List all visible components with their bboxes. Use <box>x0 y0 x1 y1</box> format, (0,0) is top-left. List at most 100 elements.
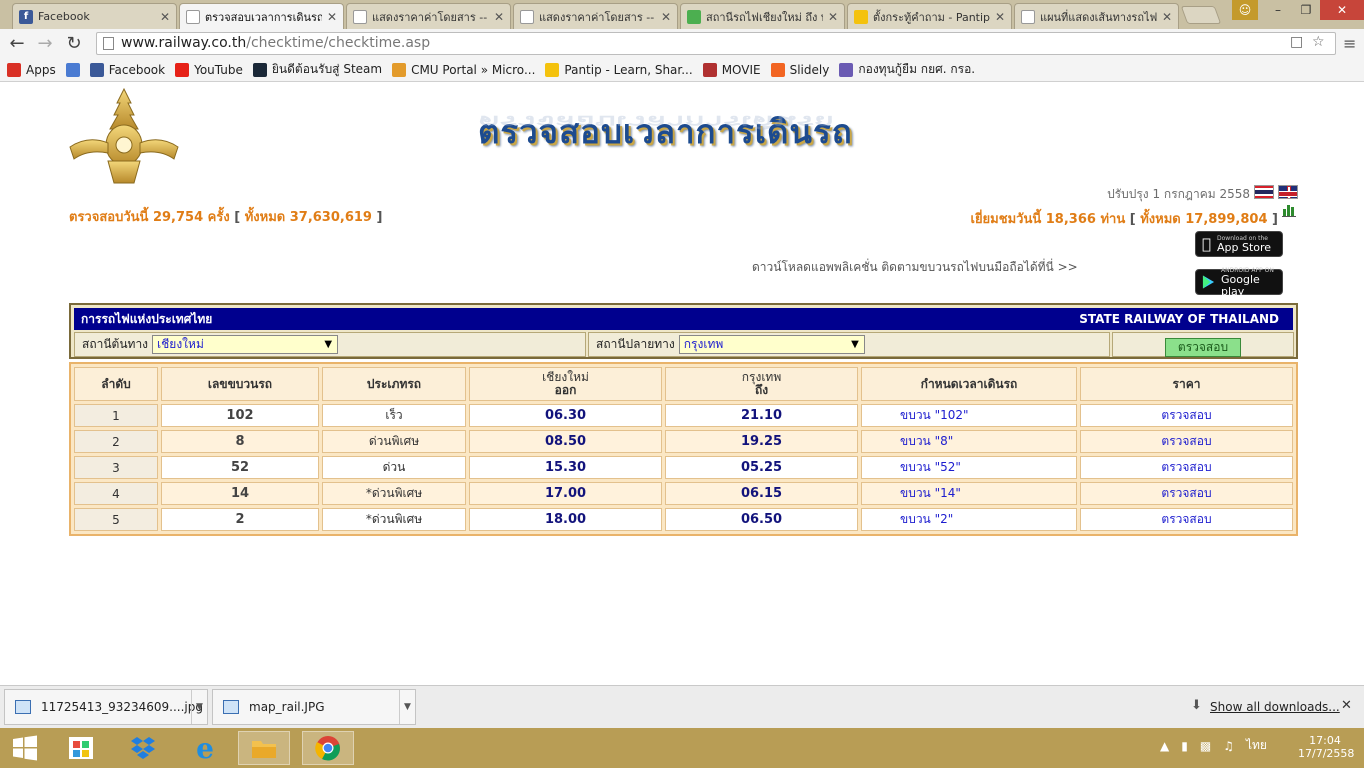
browser-tab[interactable]: f Facebook ✕ <box>12 3 177 29</box>
tab-close-icon[interactable]: ✕ <box>661 10 671 24</box>
dropbox-icon[interactable] <box>126 731 160 765</box>
back-arrow-icon[interactable]: ← <box>6 33 28 55</box>
row-schedule-link[interactable]: ขบวน "102" <box>861 404 1077 427</box>
store-icon[interactable] <box>64 731 98 765</box>
thai-flag-icon[interactable] <box>1254 185 1274 199</box>
apps-grid-icon <box>7 62 21 77</box>
bookmark-item[interactable]: Apps <box>7 62 56 77</box>
tab-title: แผนที่แสดงเส้นทางรถไฟ <box>1040 10 1157 24</box>
tab-title: ตรวจสอบเวลาการเดินรถ <box>205 10 322 24</box>
page-title-banner: ตรวจสอบเวลาการเดินรถ ตรวจสอบเวลาการเดินร… <box>478 105 873 165</box>
browser-tab[interactable]: สถานีรถไฟเชียงใหม่ ถึง ท ✕ <box>680 3 845 29</box>
row-train-no: 14 <box>161 482 319 505</box>
browser-tab[interactable]: ตรวจสอบเวลาการเดินรถ ✕ <box>179 3 344 29</box>
image-file-icon <box>15 700 31 714</box>
bookmark-item[interactable]: ยินดีต้อนรับสู่ Steam <box>252 60 382 79</box>
bookmark-item[interactable]: CMU Portal » Micro... <box>392 62 536 77</box>
google-play-button[interactable]: ANDROID APP ON Google play <box>1195 267 1283 297</box>
power-icon[interactable]: ▮ <box>1181 739 1188 753</box>
origin-station-label: สถานีต้นทาง <box>82 337 149 351</box>
origin-station-row: สถานีต้นทาง เชียงใหม่ ▼ <box>74 332 586 357</box>
download-item[interactable]: map_rail.JPG ▼ <box>212 689 416 725</box>
row-schedule-link[interactable]: ขบวน "14" <box>861 482 1077 505</box>
tab-close-icon[interactable]: ✕ <box>160 10 170 24</box>
internet-explorer-icon[interactable]: e <box>188 731 222 765</box>
row-train-no: 8 <box>161 430 319 453</box>
user-profile-icon[interactable]: ☺ <box>1232 0 1258 20</box>
check-button[interactable]: ตรวจสอบ <box>1165 338 1241 357</box>
bookmark-item[interactable]: MOVIE <box>702 62 761 77</box>
close-icon[interactable]: ✕ <box>1341 698 1352 713</box>
show-hidden-icons-icon[interactable]: ▲ <box>1160 739 1169 753</box>
chevron-down-icon[interactable]: ▼ <box>191 690 207 724</box>
destination-station-row: สถานีปลายทาง กรุงเทพ ▼ <box>588 332 1110 357</box>
row-price-link[interactable]: ตรวจสอบ <box>1080 482 1293 505</box>
row-arrive-time: 21.10 <box>665 404 858 427</box>
maximize-icon[interactable]: ❐ <box>1292 0 1320 20</box>
row-seq: 5 <box>74 508 158 531</box>
row-price-link[interactable]: ตรวจสอบ <box>1080 404 1293 427</box>
windows-start-icon[interactable] <box>8 731 42 765</box>
origin-station-value: เชียงใหม่ <box>157 337 204 351</box>
tab-close-icon[interactable]: ✕ <box>828 10 838 24</box>
browser-tab[interactable]: แสดงราคาค่าโดยสาร -- ✕ <box>513 3 678 29</box>
input-language[interactable]: ไทย <box>1246 736 1267 755</box>
tab-close-icon[interactable]: ✕ <box>995 10 1005 24</box>
tab-close-icon[interactable]: ✕ <box>1162 10 1172 24</box>
translate-icon[interactable]: □ <box>1290 34 1303 50</box>
row-price-link[interactable]: ตรวจสอบ <box>1080 508 1293 531</box>
tab-close-icon[interactable]: ✕ <box>494 10 504 24</box>
bookmark-item[interactable]: Slidely <box>770 62 830 77</box>
app-store-button[interactable]:  Download on the App Store <box>1195 231 1283 257</box>
tab-title: Facebook <box>38 10 90 23</box>
srt-emblem-logo <box>69 87 179 184</box>
bookmark-item[interactable]: Facebook <box>89 62 165 77</box>
stats-chart-icon[interactable] <box>1282 203 1296 217</box>
bookmark-item[interactable]: YouTube <box>175 62 243 77</box>
tab-close-icon[interactable]: ✕ <box>327 10 337 24</box>
browser-tab[interactable]: แผนที่แสดงเส้นทางรถไฟ ✕ <box>1014 3 1179 29</box>
bookmark-label: MOVIE <box>721 62 761 77</box>
row-schedule-link[interactable]: ขบวน "52" <box>861 456 1077 479</box>
slidely-icon <box>770 62 785 77</box>
uk-flag-icon[interactable] <box>1278 185 1298 199</box>
file-explorer-icon[interactable] <box>238 731 290 765</box>
destination-station-select[interactable]: กรุงเทพ ▼ <box>678 335 865 354</box>
page-info-icon[interactable] <box>103 37 114 50</box>
show-all-downloads-link[interactable]: Show all downloads... <box>1210 700 1340 714</box>
browser-tab[interactable]: ตั้งกระทู้คำถาม - Pantip ✕ <box>847 3 1012 29</box>
chrome-icon[interactable] <box>302 731 354 765</box>
minimize-icon[interactable]: – <box>1264 0 1292 20</box>
new-tab-button[interactable] <box>1180 6 1222 24</box>
bookmark-star-icon[interactable]: ☆ <box>1312 34 1325 50</box>
bookmark-label: Slidely <box>789 62 830 77</box>
page-icon <box>1021 9 1035 24</box>
chevron-down-icon[interactable]: ▼ <box>399 690 415 724</box>
row-price-link[interactable]: ตรวจสอบ <box>1080 456 1293 479</box>
bookmark-item[interactable]: กองทุนกู้ยืม กยศ. กรอ. <box>839 60 975 79</box>
reload-icon[interactable]: ↻ <box>63 33 85 55</box>
bookmark-item[interactable]: Pantip - Learn, Shar... <box>545 62 693 77</box>
network-signal-icon[interactable]: ▩ <box>1200 739 1211 753</box>
image-file-icon <box>223 700 239 714</box>
row-schedule-link[interactable]: ขบวน "8" <box>861 430 1077 453</box>
row-train-type: เร็ว <box>322 404 466 427</box>
system-tray: ▲ ▮ ▩ ♫ ไทย <box>1160 736 1267 755</box>
bookmark-item[interactable] <box>65 62 80 77</box>
browser-tab[interactable]: แสดงราคาค่าโดยสาร -- ✕ <box>346 3 511 29</box>
taskbar-clock[interactable]: 17:04 17/7/2558 <box>1298 734 1354 760</box>
bookmark-label: CMU Portal » Micro... <box>411 62 536 77</box>
tab-title: แสดงราคาค่าโดยสาร -- <box>539 10 655 24</box>
chrome-menu-icon[interactable]: ≡ <box>1343 34 1356 53</box>
address-bar[interactable]: www.railway.co.th/checktime/checktime.as… <box>96 32 1336 55</box>
row-train-no: 52 <box>161 456 319 479</box>
row-price-link[interactable]: ตรวจสอบ <box>1080 430 1293 453</box>
volume-icon[interactable]: ♫ <box>1223 739 1234 753</box>
station-search-panel: การรถไฟแห่งประเทศไทย STATE RAILWAY OF TH… <box>69 303 1298 359</box>
download-item[interactable]: 11725413_93234609....jpg ▼ <box>4 689 208 725</box>
origin-station-select[interactable]: เชียงใหม่ ▼ <box>152 335 339 354</box>
checks-counter: ตรวจสอบวันนี้ 29,754 ครั้ง [ ทั้งหมด 37,… <box>69 210 383 225</box>
window-close-icon[interactable]: ✕ <box>1320 0 1364 20</box>
row-schedule-link[interactable]: ขบวน "2" <box>861 508 1077 531</box>
forward-arrow-icon[interactable]: → <box>34 33 56 55</box>
